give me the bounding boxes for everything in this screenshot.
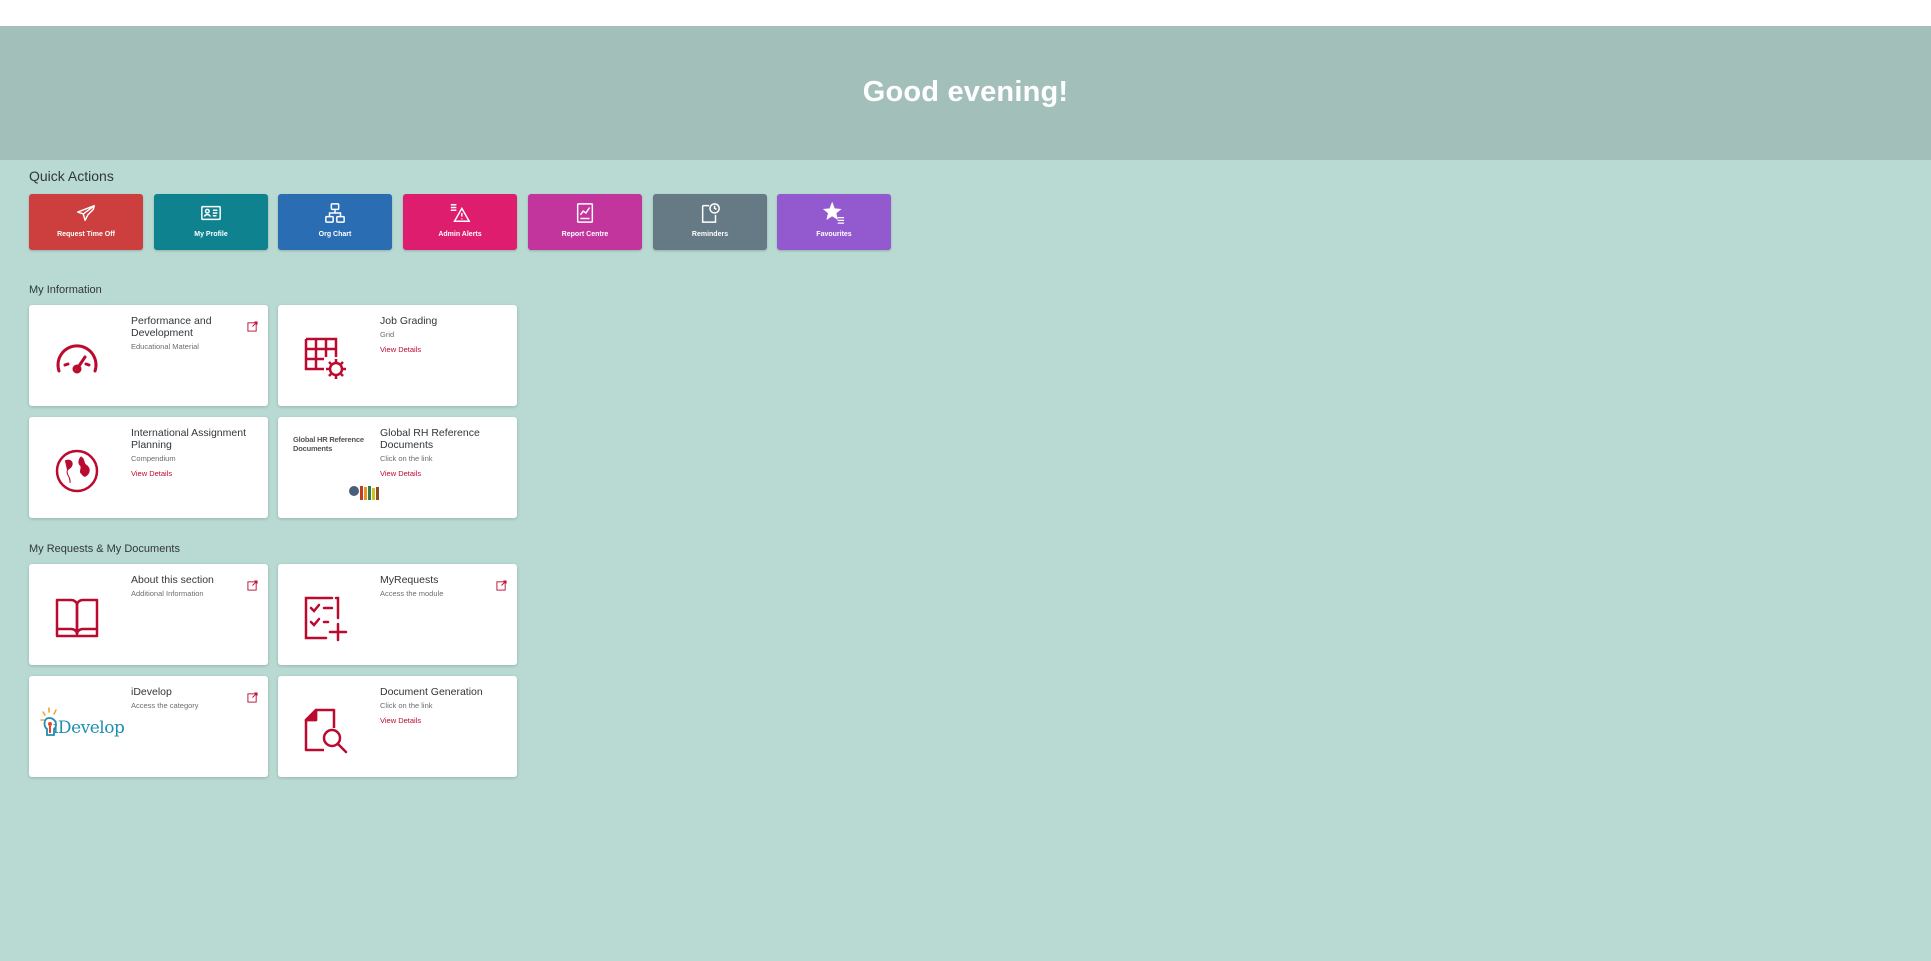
card-subtitle: Click on the link [380, 701, 433, 710]
idevelop-logo: iDevelop [39, 706, 125, 746]
card-title: Performance and Development [131, 315, 212, 339]
view-details-link[interactable]: View Details [380, 345, 500, 354]
speedometer-icon [53, 335, 101, 383]
tile-label: My Profile [194, 231, 228, 238]
card-about-this-section[interactable]: About this section Additional Informatio… [29, 564, 268, 665]
external-link-icon[interactable] [247, 690, 258, 703]
tile-label: Org Chart [318, 231, 352, 238]
alert-icon [403, 202, 517, 229]
checklist-add-icon [302, 594, 350, 642]
top-shell-bar [0, 0, 1931, 26]
reminders-tile[interactable]: Reminders [653, 194, 767, 250]
card-global-rh-reference[interactable]: Global HR Reference Documents Global RH … [278, 417, 517, 518]
card-subtitle: Access the module [380, 589, 444, 598]
view-details-link[interactable]: View Details [380, 716, 500, 725]
card-subtitle: Educational Material [131, 342, 199, 351]
view-details-link[interactable]: View Details [131, 469, 251, 478]
my-requests-heading: My Requests & My Documents [29, 543, 180, 555]
card-document-generation[interactable]: Document Generation Click on the link Vi… [278, 676, 517, 777]
card-title: Job Grading [380, 315, 438, 327]
id-card-icon [154, 202, 268, 229]
card-idevelop[interactable]: iDevelop iDevelop Access the category [29, 676, 268, 777]
logo-text: Global HR Reference Documents [293, 435, 364, 453]
card-title: MyRequests [380, 574, 439, 586]
card-performance-development[interactable]: Performance and Development Educational … [29, 305, 268, 406]
airplane-icon [29, 202, 143, 229]
document-search-icon [302, 706, 350, 754]
card-title: Document Generation [380, 686, 483, 698]
external-link-icon[interactable] [496, 578, 507, 591]
quick-actions-heading: Quick Actions [29, 168, 114, 184]
external-link-icon[interactable] [247, 578, 258, 591]
grid-gear-icon [302, 335, 350, 383]
report-centre-tile[interactable]: Report Centre [528, 194, 642, 250]
card-title: Global RH Reference Documents [380, 427, 480, 451]
logo-text: iDevelop [53, 718, 125, 738]
card-myrequests[interactable]: MyRequests Access the module [278, 564, 517, 665]
card-international-assignment[interactable]: International Assignment Planning Compen… [29, 417, 268, 518]
my-information-heading: My Information [29, 284, 102, 296]
tile-label: Request Time Off [57, 231, 115, 238]
org-chart-icon [278, 202, 392, 229]
card-title: About this section [131, 574, 214, 586]
card-subtitle: Grid [380, 330, 395, 339]
card-subtitle: Access the category [131, 701, 199, 710]
star-icon [777, 202, 891, 229]
admin-alerts-tile[interactable]: Admin Alerts [403, 194, 517, 250]
external-link-icon[interactable] [247, 319, 258, 332]
card-title: iDevelop [131, 686, 172, 698]
reminder-icon [653, 202, 767, 229]
card-subtitle: Compendium [131, 454, 176, 463]
card-job-grading[interactable]: Job Grading Grid View Details [278, 305, 517, 406]
card-title: International Assignment Planning [131, 427, 246, 451]
org-chart-tile[interactable]: Org Chart [278, 194, 392, 250]
favourites-tile[interactable]: Favourites [777, 194, 891, 250]
request-time-off-tile[interactable]: Request Time Off [29, 194, 143, 250]
my-profile-tile[interactable]: My Profile [154, 194, 268, 250]
tile-label: Reminders [691, 231, 729, 238]
greeting-banner: Good evening! [0, 26, 1931, 160]
tile-label: Favourites [816, 231, 852, 238]
tile-label: Admin Alerts [438, 231, 482, 238]
open-book-icon [53, 594, 101, 642]
greeting-title: Good evening! [862, 76, 1069, 108]
card-subtitle: Additional Information [131, 589, 204, 598]
report-icon [528, 202, 642, 229]
view-details-link[interactable]: View Details [380, 469, 500, 478]
globe-icon [53, 447, 101, 495]
global-hr-logo: Global HR Reference Documents [293, 435, 379, 507]
card-subtitle: Click on the link [380, 454, 433, 463]
tile-label: Report Centre [561, 231, 609, 238]
